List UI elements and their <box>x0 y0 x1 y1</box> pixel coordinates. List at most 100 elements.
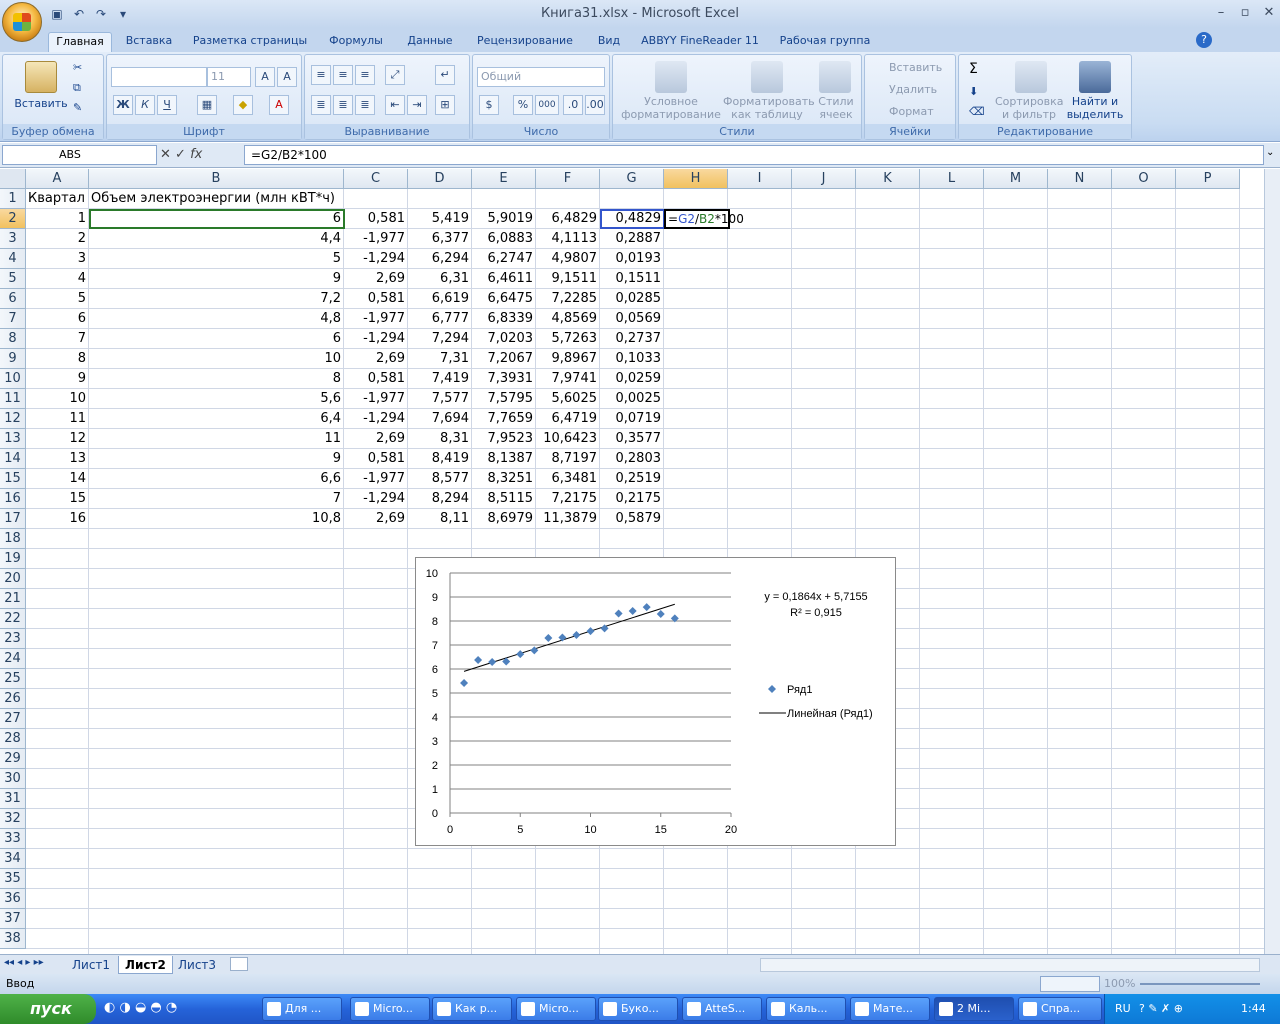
minimize-button[interactable]: – <box>1210 4 1232 22</box>
tab-insert[interactable]: Вставка <box>120 32 178 52</box>
cell-c10[interactable]: 0,581 <box>344 369 407 389</box>
view-buttons[interactable] <box>1040 976 1100 992</box>
cell-d15[interactable]: 8,577 <box>408 469 471 489</box>
cell-b16[interactable]: 7 <box>89 489 343 509</box>
row-header-22[interactable]: 22 <box>0 609 26 629</box>
cell-g9[interactable]: 0,1033 <box>600 349 663 369</box>
cell-c7[interactable]: -1,977 <box>344 309 407 329</box>
insert-cells-button[interactable]: Вставить <box>889 61 942 74</box>
tab-abbyy[interactable]: ABBYY FineReader 11 <box>638 32 762 52</box>
orientation-icon[interactable]: ⤢ <box>385 65 405 85</box>
cell-f15[interactable]: 6,3481 <box>536 469 599 489</box>
cell-d12[interactable]: 7,694 <box>408 409 471 429</box>
cell-e13[interactable]: 7,9523 <box>472 429 535 449</box>
row-header-28[interactable]: 28 <box>0 729 26 749</box>
cell-e4[interactable]: 6,2747 <box>472 249 535 269</box>
expand-formula-icon[interactable]: ⌄ <box>1266 147 1274 158</box>
cell-d13[interactable]: 8,31 <box>408 429 471 449</box>
fill-icon[interactable]: ⬇ <box>969 85 978 98</box>
cell-b4[interactable]: 5 <box>89 249 343 269</box>
zoom-slider[interactable] <box>1140 983 1260 985</box>
cell-b14[interactable]: 9 <box>89 449 343 469</box>
cell-a6[interactable]: 5 <box>26 289 88 309</box>
cell-e15[interactable]: 8,3251 <box>472 469 535 489</box>
enter-icon[interactable]: ✓ <box>175 147 186 162</box>
insert-function-button[interactable]: fx <box>190 147 202 162</box>
close-button[interactable]: ✕ <box>1258 4 1280 22</box>
cell-g11[interactable]: 0,0025 <box>600 389 663 409</box>
row-header-5[interactable]: 5 <box>0 269 26 289</box>
cell-c16[interactable]: -1,294 <box>344 489 407 509</box>
tab-formulas[interactable]: Формулы <box>322 32 390 52</box>
cell-f7[interactable]: 4,8569 <box>536 309 599 329</box>
column-header-g[interactable]: G <box>600 169 664 189</box>
row-header-9[interactable]: 9 <box>0 349 26 369</box>
clear-icon[interactable]: ⌫ <box>969 105 985 118</box>
row-header-19[interactable]: 19 <box>0 549 26 569</box>
taskbar-item[interactable]: Буко... <box>598 997 678 1021</box>
row-header-29[interactable]: 29 <box>0 749 26 769</box>
cell-f12[interactable]: 6,4719 <box>536 409 599 429</box>
cell-b13[interactable]: 11 <box>89 429 343 449</box>
sheet-tab-3[interactable]: Лист3 <box>172 956 222 974</box>
row-header-15[interactable]: 15 <box>0 469 26 489</box>
percent-button[interactable]: % <box>513 95 533 115</box>
row-header-25[interactable]: 25 <box>0 669 26 689</box>
cell-e11[interactable]: 7,5795 <box>472 389 535 409</box>
cell-f2[interactable]: 6,4829 <box>536 209 599 229</box>
column-header-d[interactable]: D <box>408 169 472 189</box>
cell-d10[interactable]: 7,419 <box>408 369 471 389</box>
row-header-24[interactable]: 24 <box>0 649 26 669</box>
row-header-30[interactable]: 30 <box>0 769 26 789</box>
row-header-26[interactable]: 26 <box>0 689 26 709</box>
cell-e5[interactable]: 6,4611 <box>472 269 535 289</box>
align-left-icon[interactable]: ≣ <box>311 95 331 115</box>
sheet-nav-icons[interactable]: ◂◂ ◂ ▸ ▸▸ <box>4 957 44 968</box>
vertical-scrollbar[interactable] <box>1264 169 1280 954</box>
cell-b7[interactable]: 4,8 <box>89 309 343 329</box>
column-header-n[interactable]: N <box>1048 169 1112 189</box>
cell-f6[interactable]: 7,2285 <box>536 289 599 309</box>
cell-b3[interactable]: 4,4 <box>89 229 343 249</box>
cell-c6[interactable]: 0,581 <box>344 289 407 309</box>
cell-a17[interactable]: 16 <box>26 509 88 529</box>
row-header-16[interactable]: 16 <box>0 489 26 509</box>
cell-d6[interactable]: 6,619 <box>408 289 471 309</box>
cell-a7[interactable]: 6 <box>26 309 88 329</box>
column-header-p[interactable]: P <box>1176 169 1240 189</box>
column-header-k[interactable]: K <box>856 169 920 189</box>
cancel-icon[interactable]: ✕ <box>160 147 171 162</box>
taskbar-item[interactable]: Каль... <box>766 997 846 1021</box>
align-center-icon[interactable]: ≣ <box>333 95 353 115</box>
thousands-button[interactable]: 000 <box>535 95 559 115</box>
row-header-4[interactable]: 4 <box>0 249 26 269</box>
tab-review[interactable]: Рецензирование <box>470 32 580 52</box>
cell-d2[interactable]: 5,419 <box>408 209 471 229</box>
paste-button[interactable]: Вставить <box>11 97 71 110</box>
cell-e2[interactable]: 5,9019 <box>472 209 535 229</box>
cell-a10[interactable]: 9 <box>26 369 88 389</box>
taskbar-item[interactable]: AtteS... <box>682 997 762 1021</box>
cell-a16[interactable]: 15 <box>26 489 88 509</box>
format-cells-button[interactable]: Формат <box>889 105 934 118</box>
cell-h2-editor[interactable]: =G2/B2*100 <box>664 209 744 229</box>
taskbar-item[interactable]: Как р... <box>432 997 512 1021</box>
name-box[interactable]: ABS <box>2 145 157 165</box>
cell-f3[interactable]: 4,1113 <box>536 229 599 249</box>
column-header-c[interactable]: C <box>344 169 408 189</box>
tab-view[interactable]: Вид <box>590 32 628 52</box>
cell-f16[interactable]: 7,2175 <box>536 489 599 509</box>
row-header-34[interactable]: 34 <box>0 849 26 869</box>
row-header-20[interactable]: 20 <box>0 569 26 589</box>
scatter-chart[interactable]: 0 1 2 3 4 5 6 7 8 9 10 0 5 10 15 20 y = 0,1864x + 5,7155… <box>415 557 896 846</box>
row-header-3[interactable]: 3 <box>0 229 26 249</box>
find-select-button[interactable]: Найти и выделить <box>1065 95 1125 121</box>
cell-d7[interactable]: 6,777 <box>408 309 471 329</box>
row-header-10[interactable]: 10 <box>0 369 26 389</box>
row-header-2[interactable]: 2 <box>0 209 26 229</box>
cell-d3[interactable]: 6,377 <box>408 229 471 249</box>
delete-cells-button[interactable]: Удалить <box>889 83 937 96</box>
cell-b15[interactable]: 6,6 <box>89 469 343 489</box>
grow-font-icon[interactable]: A <box>255 67 275 87</box>
cell-d5[interactable]: 6,31 <box>408 269 471 289</box>
